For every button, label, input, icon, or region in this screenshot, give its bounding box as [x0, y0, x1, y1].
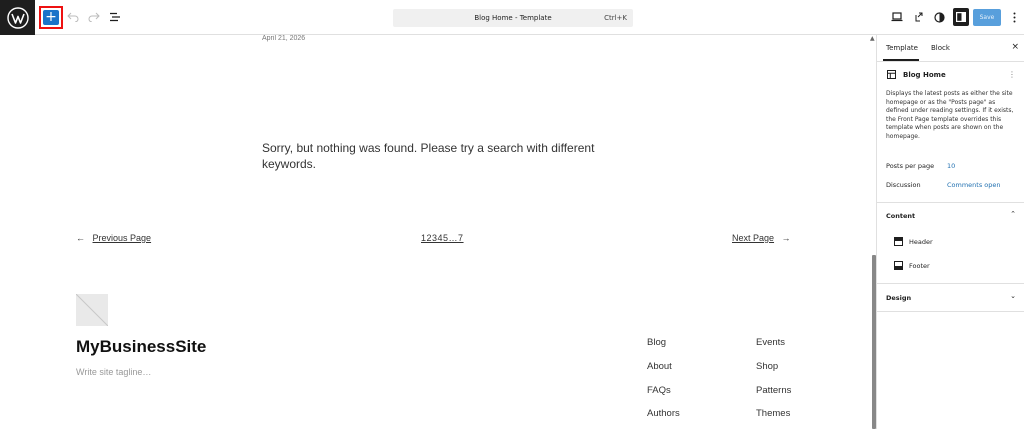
site-logo-placeholder[interactable] — [76, 294, 108, 326]
add-block-button-highlight: + — [39, 6, 63, 29]
previous-page-link[interactable]: ← Previous Page — [76, 233, 151, 243]
no-results-message: Sorry, but nothing was found. Please try… — [262, 141, 595, 171]
header-area-icon — [894, 237, 903, 246]
document-title: Blog Home - Template — [474, 14, 552, 22]
tab-block[interactable]: Block — [931, 44, 950, 52]
next-page-link[interactable]: Next Page → — [732, 233, 791, 243]
divider — [877, 283, 1024, 284]
template-actions-icon[interactable]: ⋮ — [1008, 70, 1016, 79]
command-palette-bar[interactable]: Blog Home - Template Ctrl+K — [393, 9, 633, 27]
redo-icon[interactable] — [87, 10, 101, 24]
post-date: April 21, 2026 — [262, 35, 306, 42]
scroll-up-arrow-icon[interactable]: ▲ — [870, 35, 875, 42]
command-shortcut: Ctrl+K — [604, 14, 627, 22]
discussion-value[interactable]: Comments open — [947, 181, 1001, 189]
tab-template[interactable]: Template — [886, 44, 918, 52]
footer-link-shop[interactable]: Shop — [756, 361, 778, 372]
device-preview-icon[interactable] — [890, 10, 904, 24]
chevron-up-icon[interactable]: ⌃ — [1010, 210, 1016, 218]
settings-sidebar-toggle-icon[interactable] — [953, 8, 969, 26]
footer-link-about[interactable]: About — [647, 361, 672, 372]
divider — [877, 202, 1024, 203]
settings-sidebar: Template Block × Blog Home ⋮ Displays th… — [876, 35, 1024, 429]
document-overview-icon[interactable] — [108, 10, 122, 24]
posts-per-page-value[interactable]: 10 — [947, 162, 955, 170]
discussion-label: Discussion — [886, 181, 921, 189]
editor-canvas: April 21, 2026 Sorry, but nothing was fo… — [0, 35, 868, 429]
content-section-title[interactable]: Content — [886, 212, 915, 220]
site-title[interactable]: MyBusinessSite — [76, 337, 206, 357]
query-pagination: ← Previous Page 12345…7 Next Page → — [0, 233, 868, 247]
editor-top-bar: + Blog Home - Template Ctrl+K Save — [0, 0, 1024, 35]
active-tab-indicator — [883, 59, 919, 61]
sidebar-tabs: Template Block × — [877, 35, 1024, 62]
divider — [877, 311, 1024, 312]
footer-area-icon — [894, 261, 903, 270]
previous-page-label: Previous Page — [92, 233, 152, 243]
footer-link-blog[interactable]: Blog — [647, 337, 666, 348]
add-block-button[interactable]: + — [43, 10, 59, 25]
footer-link-themes[interactable]: Themes — [756, 408, 790, 419]
chevron-down-icon[interactable]: ⌄ — [1010, 292, 1016, 300]
posts-per-page-label: Posts per page — [886, 162, 935, 170]
design-section-title[interactable]: Design — [886, 294, 911, 302]
template-title: Blog Home — [903, 71, 946, 79]
next-page-label: Next Page — [732, 233, 775, 243]
footer-link-authors[interactable]: Authors — [647, 408, 680, 419]
undo-icon[interactable] — [66, 10, 80, 24]
right-arrow-icon: → — [781, 233, 791, 243]
site-tagline[interactable]: Write site tagline… — [76, 367, 151, 377]
page-numbers[interactable]: 12345…7 — [421, 233, 464, 243]
styles-contrast-icon[interactable] — [932, 10, 946, 24]
footer-link-patterns[interactable]: Patterns — [756, 385, 791, 396]
close-icon[interactable]: × — [1011, 42, 1019, 52]
template-layout-icon — [887, 70, 896, 79]
footer-link-faqs[interactable]: FAQs — [647, 385, 671, 396]
footer-link-events[interactable]: Events — [756, 337, 785, 348]
template-part-header[interactable]: Header — [909, 238, 933, 246]
external-view-icon[interactable] — [911, 10, 925, 24]
save-button[interactable]: Save — [973, 9, 1001, 26]
template-part-footer[interactable]: Footer — [909, 262, 930, 270]
left-arrow-icon: ← — [76, 233, 85, 243]
wordpress-logo-icon[interactable] — [0, 0, 35, 35]
options-menu-icon[interactable] — [1009, 10, 1019, 24]
template-description: Displays the latest posts as either the … — [886, 90, 1014, 140]
